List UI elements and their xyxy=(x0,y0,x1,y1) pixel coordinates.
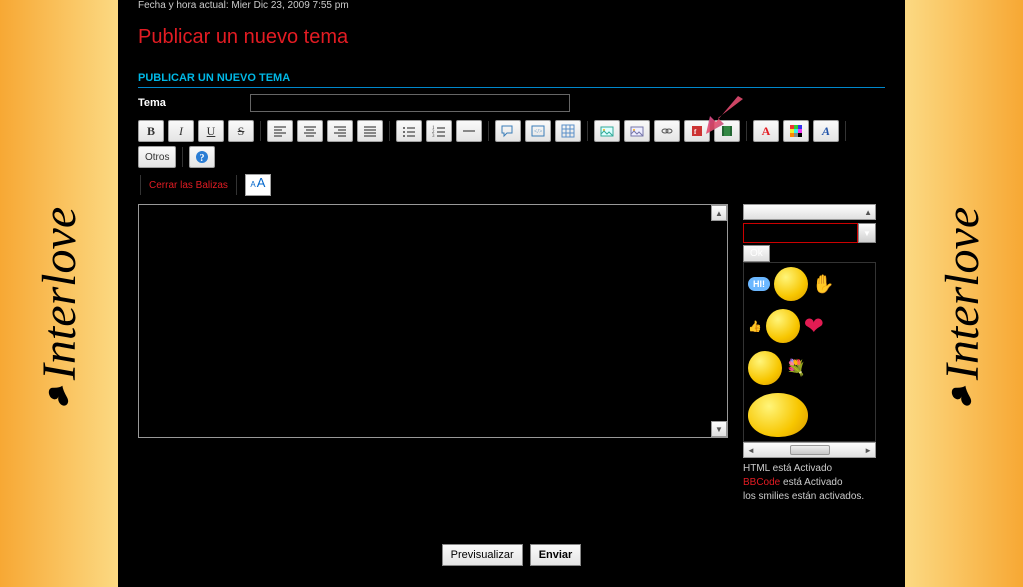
page-title: Publicar un nuevo tema xyxy=(138,26,885,49)
brand-left: Interlove xyxy=(0,0,120,587)
list-ordered-button[interactable]: 123 xyxy=(426,120,452,142)
separator xyxy=(587,121,588,141)
section-header: PUBLICAR UN NUEVO TEMA xyxy=(138,69,885,87)
strike-button[interactable]: S xyxy=(228,120,254,142)
list-unordered-button[interactable] xyxy=(396,120,422,142)
main-panel: Fecha y hora actual: Mier Dic 23, 2009 7… xyxy=(118,0,905,587)
separator xyxy=(389,121,390,141)
scroll-left-icon[interactable]: ◄ xyxy=(747,446,755,455)
align-center-button[interactable] xyxy=(297,120,323,142)
scroll-down-button[interactable]: ▼ xyxy=(711,421,727,437)
wave-hand-icon: ✋ xyxy=(812,274,834,295)
separator xyxy=(488,121,489,141)
scroll-up-button[interactable]: ▲ xyxy=(711,205,727,221)
format-toolbar: B I U S 123 </> xyxy=(138,120,885,168)
panel-hscroll[interactable]: ◄ ► xyxy=(743,442,876,458)
timestamp: Fecha y hora actual: Mier Dic 23, 2009 7… xyxy=(138,0,885,26)
quote-button[interactable] xyxy=(495,120,521,142)
link-button[interactable] xyxy=(654,120,680,142)
help-button[interactable]: ? xyxy=(189,146,215,168)
submit-row: Previsualizar Enviar xyxy=(138,544,885,566)
smiley-flower[interactable]: 💐 xyxy=(748,351,871,385)
svg-text:?: ? xyxy=(200,153,205,164)
smile-face-icon xyxy=(766,309,800,343)
smiley-big[interactable] xyxy=(748,393,871,437)
image-button[interactable] xyxy=(624,120,650,142)
preview-button[interactable]: Previsualizar xyxy=(442,544,523,566)
italic-button[interactable]: I xyxy=(168,120,194,142)
hi-bubble: HI! xyxy=(748,277,770,291)
flower-icon: 💐 xyxy=(786,358,806,378)
smiley-category-select[interactable] xyxy=(743,223,858,243)
flash-button[interactable]: f xyxy=(684,120,710,142)
underline-button[interactable]: U xyxy=(198,120,224,142)
align-justify-button[interactable] xyxy=(357,120,383,142)
ok-button[interactable]: Ok xyxy=(743,245,770,262)
smiley-panel: ▲ ▼ Ok HI! ✋ 👍 ❤ 💐 xyxy=(743,204,876,504)
svg-text:3: 3 xyxy=(432,134,435,138)
dropdown-icon[interactable]: ▼ xyxy=(858,223,876,243)
separator xyxy=(182,147,183,167)
table-button[interactable] xyxy=(555,120,581,142)
smiley-hi[interactable]: HI! ✋ xyxy=(748,267,871,301)
font-family-button[interactable]: A xyxy=(813,120,839,142)
text-size-toggle[interactable]: AA xyxy=(245,174,271,196)
smile-face-icon xyxy=(748,351,782,385)
big-face-icon xyxy=(748,393,808,437)
font-color-button[interactable] xyxy=(783,120,809,142)
separator xyxy=(260,121,261,141)
smiley-love[interactable]: 👍 ❤ xyxy=(748,309,871,343)
editor-status: HTML está Activado BBCode está Activado … xyxy=(743,462,876,504)
scroll-thumb[interactable] xyxy=(790,445,830,455)
brand-right: Interlove xyxy=(903,0,1023,587)
status-html: HTML está Activado xyxy=(743,462,876,476)
align-left-button[interactable] xyxy=(267,120,293,142)
heart-icon: ❤ xyxy=(804,312,824,341)
bold-button[interactable]: B xyxy=(138,120,164,142)
panel-scroll-up[interactable]: ▲ xyxy=(743,204,876,220)
smile-face-icon xyxy=(774,267,808,301)
align-right-button[interactable] xyxy=(327,120,353,142)
message-editor[interactable]: ▲ ▼ xyxy=(138,204,728,438)
thumbs-up-icon: 👍 xyxy=(748,320,762,333)
separator xyxy=(746,121,747,141)
code-button[interactable]: </> xyxy=(525,120,551,142)
others-button[interactable]: Otros xyxy=(138,146,176,168)
status-bbcode: BBCode está Activado xyxy=(743,476,876,490)
send-button[interactable]: Enviar xyxy=(530,544,582,566)
brand-text-right: Interlove xyxy=(936,207,991,380)
close-tags-link[interactable]: Cerrar las Balizas xyxy=(149,180,228,191)
upload-image-button[interactable] xyxy=(594,120,620,142)
separator xyxy=(140,175,141,195)
status-smilies: los smilies están activados. xyxy=(743,490,876,504)
hr-button[interactable] xyxy=(456,120,482,142)
video-button[interactable] xyxy=(714,120,740,142)
smiley-list: HI! ✋ 👍 ❤ 💐 xyxy=(743,262,876,442)
scroll-right-icon[interactable]: ► xyxy=(864,446,872,455)
divider xyxy=(138,87,885,88)
font-size-button[interactable]: A xyxy=(753,120,779,142)
separator xyxy=(236,175,237,195)
separator xyxy=(845,121,846,141)
svg-text:</>: </> xyxy=(534,129,543,135)
tema-input[interactable] xyxy=(250,94,570,112)
tema-label: Tema xyxy=(138,97,250,109)
brand-text-left: Interlove xyxy=(33,207,88,380)
